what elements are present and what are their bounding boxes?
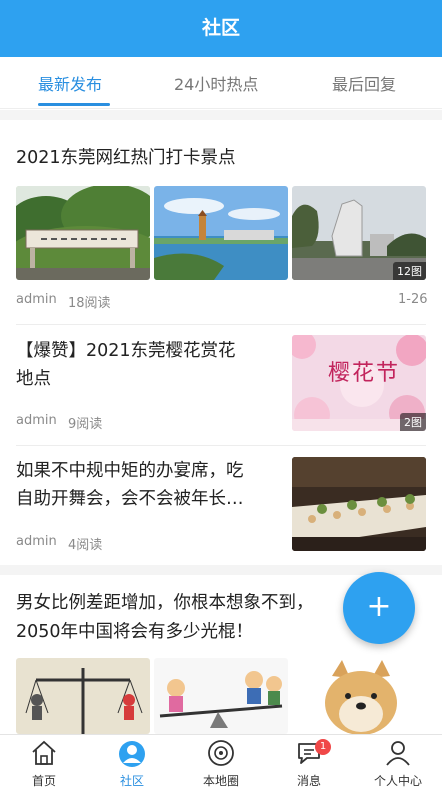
community-icon — [119, 741, 145, 767]
post-image-lake-pagoda[interactable] — [154, 186, 288, 280]
poster-title-text: 樱花节 — [328, 361, 401, 386]
image-count-badge: 12图 — [393, 262, 426, 280]
post-image-monument[interactable]: 12图 — [292, 186, 426, 280]
active-tab-indicator — [38, 103, 110, 106]
post-title-line1: 男女比例差距增加，你根本想象不到， — [16, 593, 314, 613]
nav-home[interactable]: 首页 — [0, 735, 88, 793]
tab-bar: 最新发布 24小时热点 最后回复 — [0, 57, 442, 109]
unread-badge: 1 — [315, 739, 331, 755]
divider — [16, 324, 426, 325]
post-image-cartoon-seesaw[interactable] — [154, 658, 288, 734]
post-author: admin — [16, 292, 57, 307]
nav-label: 社区 — [119, 774, 144, 788]
divider — [16, 445, 426, 446]
post-read-count: 9阅读 — [68, 417, 103, 432]
post-read-count: 4阅读 — [68, 538, 103, 553]
page-title: 社区 — [0, 0, 442, 57]
section-gap — [0, 110, 442, 120]
profile-icon — [386, 741, 410, 766]
bottom-nav: 首页 社区 本地圈 1 消息 个人中心 — [0, 734, 442, 792]
post-image-sakura-poster[interactable]: 樱花节 2图 — [292, 335, 426, 431]
post-title-line2: 2050年中国将会有多少光棍！ — [16, 622, 254, 642]
post-image-scales[interactable] — [16, 658, 150, 734]
post-date: 1-26 — [398, 292, 428, 307]
tab-24h-hot[interactable]: 24小时热点 — [174, 71, 258, 95]
post-author: admin — [16, 413, 57, 428]
nav-label: 消息 — [296, 774, 321, 788]
image-count-badge: 2图 — [400, 413, 426, 431]
post-title-line2: 地点 — [16, 369, 51, 389]
home-icon — [32, 740, 56, 765]
nav-local-circle[interactable]: 本地圈 — [177, 735, 265, 793]
nav-label: 个人中心 — [373, 774, 422, 788]
post-title: 2021东莞网红热门打卡景点 — [16, 148, 236, 168]
nav-label: 本地圈 — [202, 774, 239, 788]
nav-community[interactable]: 社区 — [88, 735, 176, 793]
post-title-line1: 如果不中规中矩的办宴席，吃 — [16, 461, 244, 481]
post-image-mountain-gate[interactable] — [16, 186, 150, 280]
post-read-count: 18阅读 — [68, 296, 111, 311]
local-circle-icon — [208, 740, 234, 766]
nav-label: 首页 — [31, 774, 56, 788]
plus-icon: + — [366, 589, 392, 624]
post-title-line2: 自助开舞会，会不会被年长… — [16, 489, 244, 509]
post-image-doge[interactable] — [292, 658, 426, 734]
post-image-banquet[interactable] — [292, 457, 426, 551]
tab-latest[interactable]: 最新发布 — [38, 71, 102, 95]
nav-profile[interactable]: 个人中心 — [354, 735, 442, 793]
nav-messages[interactable]: 1 消息 — [265, 735, 353, 793]
tab-last-reply[interactable]: 最后回复 — [332, 71, 396, 95]
new-post-button[interactable]: + — [343, 572, 415, 644]
post-title-line1: 【爆赞】2021东莞樱花赏花 — [16, 341, 236, 361]
post-author: admin — [16, 534, 57, 549]
